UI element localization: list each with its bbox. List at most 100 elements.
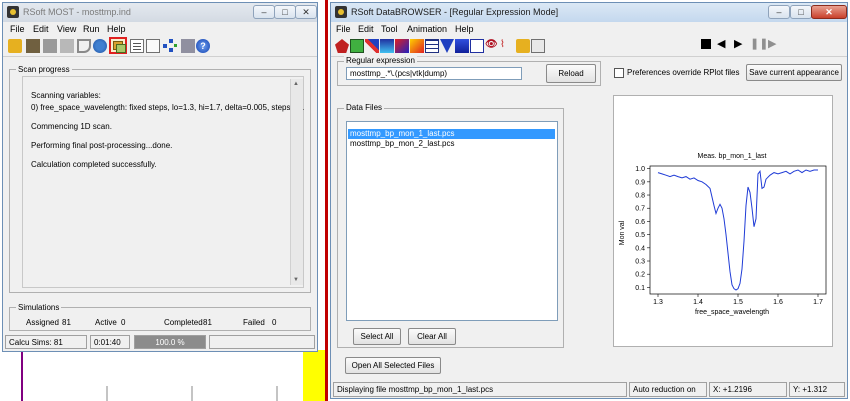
vector-icon[interactable]: [440, 39, 454, 53]
x-coordinate: X: +1.2196: [709, 382, 787, 397]
x-tick-label: 1.7: [813, 299, 823, 306]
maximize-button[interactable]: □: [274, 5, 296, 19]
y-tick-label: 0.4: [635, 245, 645, 252]
menu-tool[interactable]: Tool: [381, 24, 398, 34]
y-coordinate: Y: +1.312: [789, 382, 845, 397]
regex-label: Regular expression: [344, 56, 417, 65]
network-icon[interactable]: [163, 39, 177, 53]
menu-edit[interactable]: Edit: [358, 24, 374, 34]
clear-all-button[interactable]: Clear All: [408, 328, 456, 345]
step-forward-icon[interactable]: ▶: [768, 37, 776, 50]
most-menubar: File Edit View Run Help: [3, 22, 317, 36]
completed-value: 81: [203, 318, 212, 327]
close-button[interactable]: ✕: [811, 5, 847, 19]
y-axis-label: Mon val: [619, 220, 626, 245]
minimize-button[interactable]: –: [768, 5, 790, 19]
refresh-icon[interactable]: [93, 39, 107, 53]
databrowser-titlebar[interactable]: RSoft DataBROWSER - [Regular Expression …: [331, 3, 847, 22]
databrowser-window-title: RSoft DataBROWSER - [Regular Expression …: [351, 7, 559, 17]
contour-icon[interactable]: [365, 39, 379, 53]
most-toolbar: ?: [3, 36, 317, 57]
failed-value: 0: [272, 318, 277, 327]
open-folder-icon[interactable]: [8, 39, 22, 53]
y-tick-label: 1.0: [635, 166, 645, 173]
open-folder-icon[interactable]: [516, 39, 530, 53]
mesh-icon[interactable]: [425, 39, 439, 53]
most-titlebar[interactable]: RSoft MOST - mosttmp.ind – □ ✕: [3, 3, 317, 22]
most-window: RSoft MOST - mosttmp.ind – □ ✕ File Edit…: [2, 2, 318, 352]
menu-view[interactable]: View: [57, 24, 76, 34]
background-canvas: [0, 348, 330, 401]
chart-axes: 1.3 1.4 1.5 1.6 1.7 0.1 0.2 0.3 0.4 0.5 0.6 0.7 0.8 0…: [635, 165, 827, 306]
surface-icon[interactable]: [410, 39, 424, 53]
scan-log-line: Scanning variables:: [31, 91, 101, 100]
layout-icon[interactable]: [335, 39, 349, 53]
menu-help[interactable]: Help: [107, 24, 126, 34]
monitor-icon[interactable]: [470, 39, 484, 53]
data-files-list[interactable]: mosttmp_bp_mon_1_last.pcs mosttmp_bp_mon…: [346, 121, 558, 321]
y-tick-label: 0.3: [635, 259, 645, 266]
menu-file[interactable]: File: [10, 24, 25, 34]
field-icon[interactable]: [380, 39, 394, 53]
pause-icon[interactable]: ❚❚: [750, 37, 768, 50]
simulations-group: Simulations Assigned 81 Active 0 Complet…: [9, 303, 311, 331]
assigned-label: Assigned: [26, 318, 59, 327]
stop-icon[interactable]: [43, 39, 57, 53]
regex-input[interactable]: mosttmp_.*\.(pcs|vtk|dump): [346, 67, 522, 80]
play-icon[interactable]: ▶: [734, 37, 742, 50]
elapsed-time: 0:01:40: [90, 335, 130, 349]
reload-button[interactable]: Reload: [546, 64, 596, 83]
menu-file[interactable]: File: [336, 24, 351, 34]
browse-data-icon[interactable]: [109, 37, 127, 54]
maximize-button[interactable]: □: [790, 5, 812, 19]
select-all-button[interactable]: Select All: [353, 328, 401, 345]
curve-icon[interactable]: [77, 39, 91, 53]
y-tick-label: 0.2: [635, 272, 645, 279]
color-map-icon[interactable]: [395, 39, 409, 53]
save-appearance-button[interactable]: Save current appearance: [746, 64, 842, 81]
stop-icon[interactable]: [701, 39, 711, 49]
list-item[interactable]: mosttmp_bp_mon_2_last.pcs: [348, 139, 555, 149]
scan-log-line: Calculation completed successfully.: [31, 160, 157, 169]
blank-page-icon[interactable]: [146, 39, 160, 53]
simulations-label: Simulations: [16, 303, 62, 312]
document-icon[interactable]: [130, 39, 144, 53]
plot-icon[interactable]: [60, 39, 74, 53]
grid-icon[interactable]: [350, 39, 364, 53]
close-button[interactable]: ✕: [295, 5, 317, 19]
scan-log-scrollbar[interactable]: ▲ ▼: [290, 79, 303, 285]
assigned-value: 81: [62, 318, 71, 327]
tool-icon[interactable]: [181, 39, 195, 53]
status-empty: [209, 335, 315, 349]
list-item[interactable]: mosttmp_bp_mon_1_last.pcs: [348, 129, 555, 139]
failed-label: Failed: [243, 318, 265, 327]
eye-icon[interactable]: 👁: [485, 39, 499, 53]
waveguide-icon[interactable]: [455, 39, 469, 53]
wave-icon[interactable]: ⌇: [500, 39, 514, 53]
plot-frame: [649, 165, 827, 295]
status-message: Displaying file mosttmp_bp_mon_1_last.pc…: [333, 382, 627, 397]
run-icon[interactable]: [26, 39, 40, 53]
progress-bar: 100.0 %: [134, 335, 206, 349]
preferences-label: Preferences override RPlot files: [627, 68, 740, 77]
help-icon[interactable]: ?: [196, 39, 210, 53]
completed-label: Completed: [164, 318, 203, 327]
open-all-selected-button[interactable]: Open All Selected Files: [345, 357, 441, 374]
x-tick-label: 1.5: [733, 299, 743, 306]
scan-log-box: Scanning variables: 0) free_space_wavele…: [22, 76, 304, 288]
y-tick-label: 0.9: [635, 179, 645, 186]
y-tick-label: 0.8: [635, 193, 645, 200]
step-back-icon[interactable]: ◀: [717, 37, 725, 50]
x-tick-label: 1.3: [653, 299, 663, 306]
databrowser-toolbar: 👁 ⌇ ◀ ▶ ❚❚ ▶: [331, 36, 847, 57]
menu-edit[interactable]: Edit: [33, 24, 49, 34]
menu-help[interactable]: Help: [455, 24, 474, 34]
copy-icon[interactable]: [531, 39, 545, 53]
preferences-checkbox[interactable]: [614, 68, 624, 78]
databrowser-menubar: File Edit Tool Animation Help: [331, 22, 847, 36]
menu-animation[interactable]: Animation: [407, 24, 447, 34]
plot-panel: Meas. bp_mon_1_last free_space_wavelengt…: [613, 95, 833, 347]
menu-run[interactable]: Run: [83, 24, 100, 34]
chart: Meas. bp_mon_1_last free_space_wavelengt…: [619, 153, 827, 316]
minimize-button[interactable]: –: [253, 5, 275, 19]
